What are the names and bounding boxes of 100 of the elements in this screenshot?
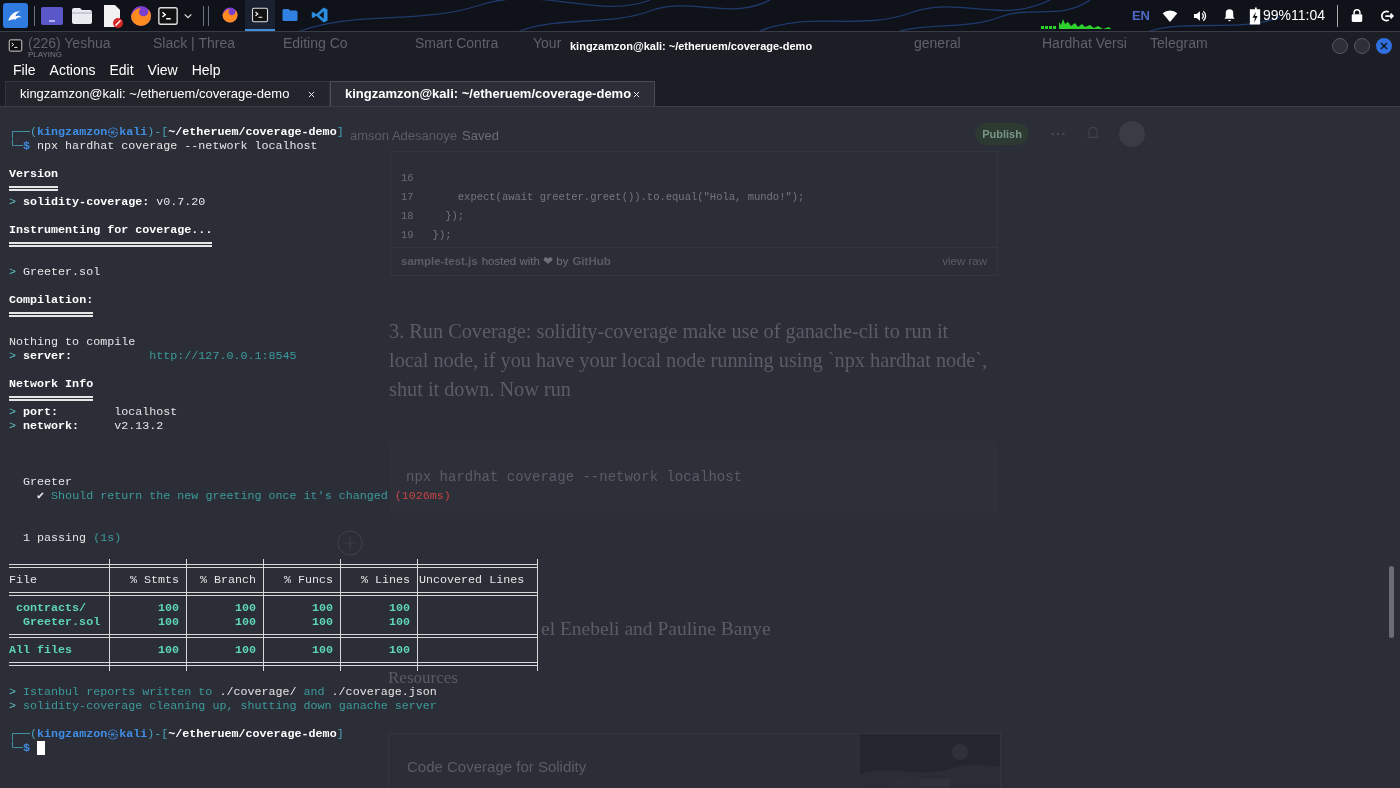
prompt-sign: $ — [23, 741, 31, 755]
prompt-host: kali — [119, 125, 148, 139]
lock-icon[interactable] — [1350, 8, 1364, 23]
terminal-text: localhost — [114, 405, 178, 419]
terminal-text: > — [9, 405, 16, 419]
column-header: % Funcs — [283, 573, 333, 587]
terminal-icon — [8, 38, 23, 53]
save-status: Saved — [462, 127, 499, 145]
close-icon[interactable] — [633, 90, 640, 98]
table-cell: contracts/ — [16, 601, 87, 615]
prompt-symbol: ㉿ — [107, 727, 120, 741]
terminal-icon[interactable] — [157, 4, 179, 27]
terminal-text: (1026ms) — [394, 489, 451, 503]
prompt-frame: ┌──( — [9, 125, 38, 139]
prompt-frame: ┌──( — [9, 727, 38, 741]
section-heading: Network Info — [9, 377, 94, 391]
browser-tab-title: Your — [533, 36, 562, 51]
column-header: % Lines — [360, 573, 410, 587]
close-button[interactable] — [1376, 37, 1392, 54]
terminal-tab[interactable]: kingzamzon@kali: ~/etheruem/coverage-demo — [330, 81, 655, 106]
prompt-frame: ] — [336, 125, 344, 139]
terminal-text: http://127.0.0.1:8545 — [149, 349, 297, 363]
menu-item[interactable]: Help — [191, 59, 221, 81]
browser-tab-title: Editing Co — [283, 36, 348, 51]
battery-icon[interactable] — [1248, 6, 1261, 25]
table-cell: 100 — [157, 601, 179, 615]
code-line: }); — [431, 227, 452, 243]
terminal-text: solidity-coverage cleaning up, shutting down ganache server — [23, 699, 437, 713]
table-cell: 100 — [157, 643, 179, 657]
terminal-tab[interactable]: kingzamzon@kali: ~/etheruem/coverage-demo — [5, 81, 330, 106]
terminal-text: > — [9, 349, 16, 363]
table-cell: Greeter.sol — [23, 615, 101, 629]
browser-tab-title: general — [914, 36, 961, 51]
terminal-text: v2.13.2 — [114, 419, 164, 433]
browser-tab-title: Slack | Threa — [153, 36, 235, 51]
browser-tab-title: Hardhat Versi — [1042, 36, 1127, 51]
command-text: npx hardhat coverage --network localhost — [37, 139, 318, 153]
column-header: % Stmts — [129, 573, 179, 587]
taskbar-button[interactable] — [245, 0, 275, 31]
terminal-text: v0.7.20 — [156, 195, 206, 209]
code-line: }); — [444, 208, 465, 224]
section-heading: Version — [9, 167, 59, 181]
prompt-frame: )-[ — [147, 125, 169, 139]
menu-item[interactable]: File — [13, 59, 36, 81]
wifi-icon[interactable] — [1161, 7, 1178, 24]
line-number: 18 — [400, 208, 415, 224]
clock[interactable]: 11:04 — [1291, 5, 1325, 26]
browser-icon[interactable] — [129, 3, 153, 28]
publish-button[interactable]: Publish — [975, 123, 1029, 145]
table-cell: 100 — [388, 601, 410, 615]
terminal-text: server: — [23, 349, 73, 363]
column-header: % Branch — [199, 573, 256, 587]
table-cell: All files — [9, 643, 73, 657]
prompt-path: ~/etheruem/coverage-demo — [168, 727, 337, 741]
terminal-text: > — [9, 699, 16, 713]
terminal-icon — [251, 5, 269, 24]
browser-tab-title: Smart Contra — [415, 36, 499, 51]
prompt-frame: ] — [336, 727, 344, 741]
terminal-text: Istanbul reports written to — [23, 685, 213, 699]
terminal-text: > — [9, 685, 16, 699]
menu-item[interactable]: Actions — [49, 59, 96, 81]
battery-level: 99% — [1262, 6, 1291, 25]
code-line: expect(await greeter.greet()).to.equal("Hola, mundo!"); — [456, 189, 805, 205]
terminal-text: solidity-coverage: — [23, 195, 150, 209]
logout-icon[interactable] — [1380, 8, 1394, 23]
table-cell: 100 — [388, 615, 410, 629]
line-number: 19 — [400, 227, 415, 243]
terminal-text: > — [9, 419, 16, 433]
prompt-path: ~/etheruem/coverage-demo — [168, 125, 337, 139]
browser-tab-title: Telegram — [1150, 36, 1208, 51]
close-icon — [1380, 41, 1388, 50]
terminal-text: 1 passing — [23, 531, 87, 545]
line-number: 16 — [400, 170, 415, 186]
prompt-symbol: ㉿ — [107, 125, 120, 139]
close-icon[interactable] — [308, 90, 315, 98]
line-number: 17 — [400, 189, 415, 205]
column-header: Uncovered Lines — [419, 573, 525, 587]
terminal-text: ✔ — [37, 489, 45, 503]
scrollbar-thumb[interactable] — [1389, 566, 1394, 638]
gist-credit: hosted with ❤ by — [481, 253, 569, 269]
terminal-text: (1s) — [93, 531, 122, 545]
prompt-frame: └─ — [9, 139, 24, 153]
prompt-frame: )-[ — [147, 727, 169, 741]
prompt-user: kingzamzon — [37, 727, 108, 741]
table-cell: 100 — [311, 615, 333, 629]
section-heading: Instrumenting for coverage... — [9, 223, 213, 237]
app-menu-icon[interactable] — [3, 3, 28, 28]
table-cell: 100 — [234, 615, 256, 629]
terminal-text: and — [303, 685, 325, 699]
table-cell: 100 — [311, 643, 333, 657]
table-cell: 100 — [157, 615, 179, 629]
menu-item[interactable]: View — [147, 59, 178, 81]
table-cell: 100 — [234, 643, 256, 657]
terminal-text: ./coverage/ — [219, 685, 297, 699]
table-cell: 100 — [311, 601, 333, 615]
keyboard-layout[interactable]: EN — [1131, 5, 1150, 26]
prompt-frame: └─ — [9, 741, 24, 755]
terminal-text: port: — [23, 405, 59, 419]
menu-item[interactable]: Edit — [109, 59, 134, 81]
terminal-text: Nothing to compile — [9, 335, 136, 349]
